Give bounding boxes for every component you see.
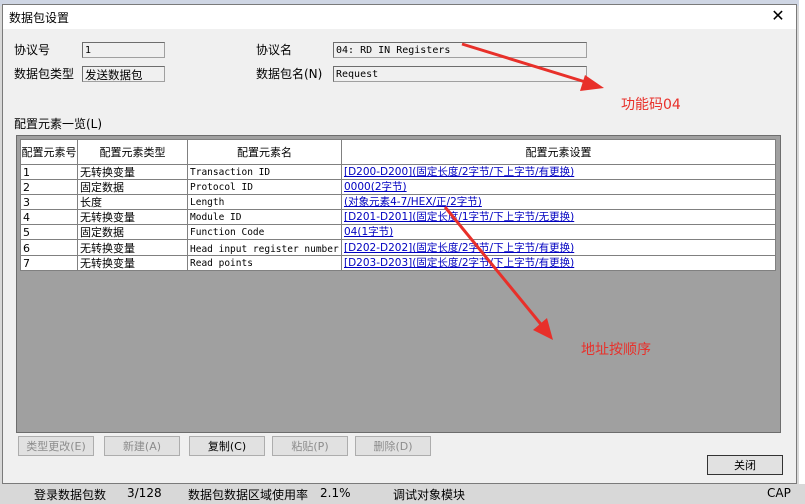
status-bar: 登录数据包数 3/128 数据包数据区域使用率 2.1% 调试对象模块 CAP (0, 484, 805, 504)
annotation-arrows (443, 42, 604, 340)
logged-packets-label: 登录数据包数 (34, 488, 107, 502)
area-usage-label: 数据包数据区域使用率 (188, 488, 309, 502)
area-usage-value: 2.1% (320, 486, 351, 500)
arrowhead-function-code (580, 75, 604, 91)
arrow-function-code (461, 42, 593, 86)
arrowhead-address-order (533, 318, 553, 340)
logged-packets-value: 3/128 (127, 486, 162, 500)
caps-lock-indicator: CAP (767, 486, 791, 500)
debug-module-label: 调试对象模块 (393, 488, 466, 502)
annotation-address-order: 地址按顺序 (581, 342, 651, 358)
arrow-address-order (443, 206, 546, 329)
annotation-function-code: 功能码04 (621, 97, 681, 113)
